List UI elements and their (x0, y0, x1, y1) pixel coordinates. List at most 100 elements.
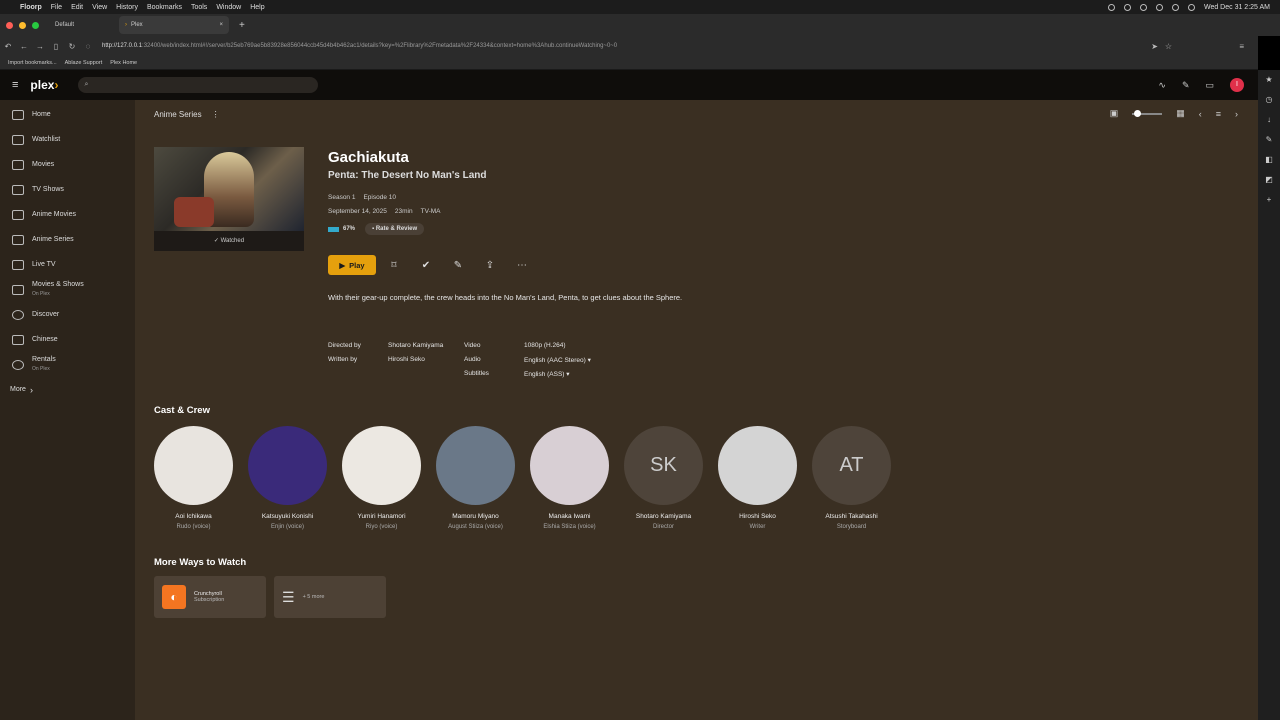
episode-poster[interactable]: ✓ Watched (154, 147, 304, 251)
star-icon[interactable]: ☆ (1165, 42, 1172, 51)
undo-icon[interactable]: ↶ (0, 42, 16, 51)
status-icon[interactable] (1155, 3, 1163, 11)
sidebar-item-label: Movies & Shows (32, 281, 84, 288)
more-actions-button[interactable]: ⋯ (506, 260, 538, 271)
chevron-left-icon[interactable]: ‹ (1199, 109, 1202, 119)
subtitles-dropdown[interactable]: English (ASS) ▾ (524, 370, 570, 378)
rate-review-button[interactable]: ▪ Rate & Review (365, 223, 425, 235)
watchlist-button[interactable]: ⌑ (378, 260, 410, 271)
back-button[interactable]: ← (16, 42, 32, 51)
cast-card[interactable]: SK Shotaro Kamiyama Director (624, 426, 718, 530)
sidebar-item-chinese[interactable]: Chinese (0, 327, 135, 352)
avatar[interactable]: I (1230, 78, 1244, 92)
activity-icon[interactable]: ∿ (1158, 80, 1166, 91)
shield-icon[interactable]: ◌ (80, 42, 96, 51)
sidebar-item-watchlist[interactable]: Watchlist (0, 127, 135, 152)
cast-card[interactable]: Hiroshi Seko Writer (718, 426, 812, 530)
clock[interactable]: Wed Dec 31 2:25 AM (1204, 4, 1270, 11)
breadcrumb-library[interactable]: Anime Series (154, 110, 202, 119)
status-icon[interactable] (1123, 3, 1131, 11)
menu-history[interactable]: History (116, 4, 138, 11)
notes-icon[interactable]: ✎ (1266, 130, 1273, 150)
compass-icon (12, 309, 24, 320)
history-icon[interactable]: ◷ (1266, 90, 1273, 110)
bookmark-item[interactable]: Plex Home (110, 60, 137, 66)
cast-photo: AT (812, 426, 891, 505)
app-name[interactable]: Floorp (20, 4, 42, 11)
writer-link[interactable]: Hiroshi Seko (388, 356, 425, 363)
audio-dropdown[interactable]: English (AAC Stereo) ▾ (524, 356, 591, 364)
menu-tools[interactable]: Tools (191, 4, 207, 11)
action-bar: ▶ Play ⌑ ✔ ✎ ⇪ ⋯ (328, 255, 538, 275)
reload-button[interactable]: ↻ (64, 42, 80, 51)
search-input[interactable]: ⌕ (78, 77, 319, 93)
sidebar-item-movies[interactable]: Movies (0, 152, 135, 177)
sidebar-item-live-tv[interactable]: Live TV (0, 252, 135, 277)
slider-knob[interactable] (1134, 109, 1142, 117)
wifi-icon[interactable] (1171, 3, 1179, 11)
translate-icon[interactable]: ◧ (1265, 150, 1273, 170)
cast-icon[interactable]: ▭ (1205, 80, 1214, 91)
director-link[interactable]: Shotaro Kamiyama (388, 342, 443, 349)
tab-default[interactable]: Default (49, 16, 119, 34)
zoom-window-button[interactable] (32, 21, 39, 29)
sidebar-item-home[interactable]: Home (0, 102, 135, 127)
sidebar-item-anime-series[interactable]: Anime Series (0, 227, 135, 252)
mark-watched-button[interactable]: ✔ (410, 260, 442, 271)
bookmark-item[interactable]: Import bookmarks... (8, 60, 57, 66)
hamburger-icon[interactable]: ≡ (12, 79, 18, 91)
cast-card[interactable]: Mamoru Miyano August Stiiza (voice) (436, 426, 530, 530)
more-providers-card[interactable]: ☰ + 5 more (274, 576, 386, 618)
cast-card[interactable]: Yumiri Hanamori Riyo (voice) (342, 426, 436, 530)
menu-view[interactable]: View (92, 4, 107, 11)
sidebar-more[interactable]: More › (0, 377, 135, 402)
status-icon[interactable] (1107, 3, 1115, 11)
forward-button[interactable]: → (32, 42, 48, 51)
send-icon[interactable]: ➤ (1151, 42, 1158, 51)
edit-button[interactable]: ✎ (442, 260, 474, 271)
cast-card[interactable]: AT Atsushi Takahashi Storyboard (812, 426, 906, 530)
show-title[interactable]: Gachiakuta (328, 149, 409, 166)
chevron-right-icon[interactable]: › (1235, 109, 1238, 119)
settings-wrench-icon[interactable]: ✎ (1182, 80, 1190, 91)
menu-edit[interactable]: Edit (71, 4, 83, 11)
crunchyroll-card[interactable]: ◐ Crunchyroll Subscription (154, 576, 266, 618)
menu-help[interactable]: Help (250, 4, 264, 11)
plex-logo[interactable]: plex› (30, 78, 58, 92)
season-link[interactable]: Season 1 (328, 194, 355, 201)
sidebar-item-rentals[interactable]: Rentals On Plex (0, 352, 135, 377)
search-icon[interactable] (1187, 3, 1195, 11)
cast-card[interactable]: Manaka Iwami Elshia Stiiza (voice) (530, 426, 624, 530)
size-slider[interactable] (1132, 109, 1163, 117)
grid-view-icon[interactable]: ▦ (1176, 108, 1185, 119)
bookmark-item[interactable]: Ablaze Support (65, 60, 103, 66)
cast-photo (248, 426, 327, 505)
new-tab-button[interactable]: + (239, 20, 245, 31)
panel-icon[interactable]: ◩ (1265, 170, 1273, 190)
share-button[interactable]: ⇪ (474, 260, 506, 271)
cast-card[interactable]: Aoi Ichikawa Rudo (voice) (154, 426, 248, 530)
status-icon[interactable] (1139, 3, 1147, 11)
sidebar-item-anime-movies[interactable]: Anime Movies (0, 202, 135, 227)
minimize-window-button[interactable] (19, 21, 26, 29)
play-button[interactable]: ▶ Play (328, 255, 376, 275)
sidebar-toggle-icon[interactable]: ▯ (48, 42, 64, 51)
add-icon[interactable]: + (1267, 190, 1272, 210)
menu-bookmarks[interactable]: Bookmarks (147, 4, 182, 11)
menu-file[interactable]: File (51, 4, 62, 11)
menu-icon[interactable]: ≡ (1239, 42, 1244, 51)
more-options-icon[interactable]: ⋮ (212, 110, 220, 119)
sidebar-item-discover[interactable]: Discover (0, 302, 135, 327)
star-icon[interactable]: ★ (1265, 70, 1272, 90)
close-tab-icon[interactable]: × (219, 22, 223, 28)
list-menu-icon[interactable]: ≡ (1216, 109, 1221, 119)
sidebar-item-tv-shows[interactable]: TV Shows (0, 177, 135, 202)
sidebar-item-movies-shows[interactable]: Movies & Shows On Plex (0, 277, 135, 302)
image-view-icon[interactable]: ▣ (1110, 108, 1119, 119)
tab-plex[interactable]: › Plex × (119, 16, 229, 34)
download-icon[interactable]: ↓ (1267, 110, 1271, 130)
close-window-button[interactable] (6, 21, 13, 29)
cast-card[interactable]: Katsuyuki Konishi Enjin (voice) (248, 426, 342, 530)
url-field[interactable]: http://127.0.0.1:32400/web/index.html#!/… (102, 43, 617, 49)
menu-window[interactable]: Window (216, 4, 241, 11)
